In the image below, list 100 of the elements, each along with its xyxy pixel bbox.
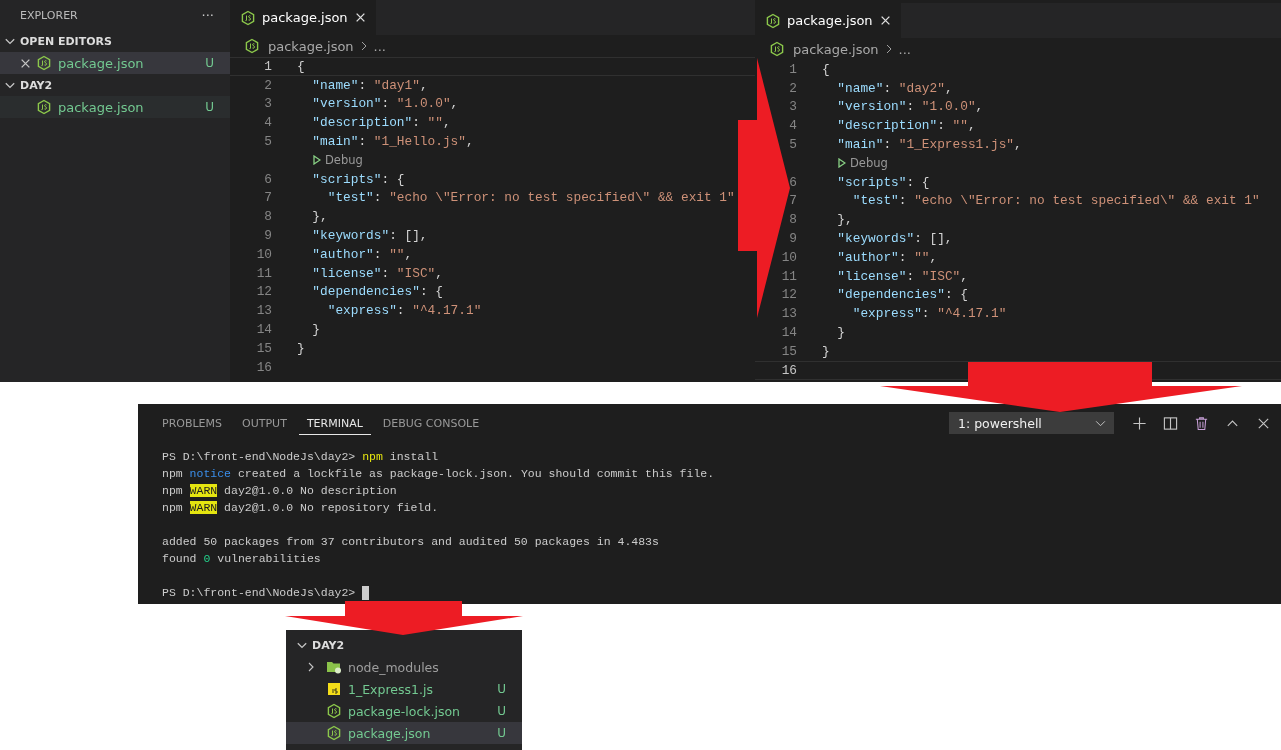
code-line: }	[311, 322, 321, 338]
code-line: },	[311, 209, 328, 225]
terminal-line: PS D:\front-end\NodeJs\day2>	[162, 586, 357, 599]
file-icon	[326, 681, 342, 697]
code-line: "license": "ISC",	[311, 265, 443, 281]
section-header[interactable]: OPEN EDITORS	[0, 30, 230, 52]
hexagon-icon	[244, 38, 260, 54]
code-line: "description": "",	[836, 118, 976, 134]
section-header[interactable]: DAY2	[0, 74, 230, 96]
line-number: 10	[780, 249, 797, 265]
close-icon[interactable]	[879, 15, 891, 26]
chevron-icon	[360, 41, 367, 51]
hexagon-icon	[240, 9, 256, 26]
line-number: 12	[255, 284, 272, 300]
line-number: 3	[788, 99, 797, 115]
editor-tab[interactable]: package.json	[230, 0, 376, 35]
hexagon-icon	[326, 703, 342, 719]
code-line: "version": "1.0.0",	[311, 96, 459, 112]
close-icon[interactable]	[20, 57, 31, 69]
line-number: 11	[255, 265, 272, 281]
hexagon-icon	[765, 12, 781, 29]
chevron-icon	[885, 44, 892, 54]
trash-icon[interactable]	[1194, 415, 1209, 431]
panel-tab[interactable]: OUTPUT	[234, 411, 295, 435]
terminal-line: npm WARN day2@1.0.0 No repository field.	[162, 501, 439, 514]
code-line: "author": "",	[836, 249, 938, 265]
code-line: "description": "",	[311, 115, 451, 131]
line-number: 2	[263, 77, 272, 93]
line-number: 16	[780, 362, 797, 378]
line-number: 14	[255, 322, 272, 338]
code-line: "test": "echo \"Error: no test specified\" && exit 1"	[326, 190, 735, 206]
file-item[interactable]: package.json U	[0, 96, 230, 118]
terminal-line: npm WARN day2@1.0.0 No description	[162, 484, 397, 497]
code-line: "main": "1_Express1.js",	[836, 137, 1022, 153]
line-number: 15	[255, 340, 272, 356]
hexagon-icon	[326, 725, 342, 741]
line-number: 2	[788, 80, 797, 96]
more-button[interactable]: ···	[197, 7, 218, 23]
git-status: U	[497, 682, 506, 696]
breadcrumb-item[interactable]: package.json	[268, 38, 354, 54]
line-number: 12	[780, 287, 797, 303]
panel-tab[interactable]: TERMINAL	[298, 411, 371, 435]
code-line: "scripts": {	[836, 174, 930, 190]
debug-link[interactable]: Debug	[822, 156, 888, 171]
line-number: 11	[780, 268, 797, 284]
folder-icon	[326, 659, 342, 675]
git-status: U	[497, 704, 506, 718]
hexagon-icon	[769, 41, 785, 57]
terminal-line: PS D:\front-end\NodeJs\day2> npm install	[162, 450, 439, 463]
line-number: 1	[788, 61, 797, 77]
close-icon[interactable]	[354, 12, 366, 23]
code-line: "version": "1.0.0",	[836, 99, 984, 115]
terminal-line: added 50 packages from 37 contributors and audited 50 packages in 4.483s	[162, 535, 659, 548]
line-number: 5	[788, 137, 797, 153]
file-item[interactable]: package.json U	[286, 722, 522, 744]
split-icon[interactable]	[1163, 415, 1178, 431]
file-item[interactable]: package-lock.json U	[286, 700, 522, 722]
code-line: {	[822, 61, 830, 77]
line-number: 5	[263, 134, 272, 150]
code-line: "name": "day2",	[836, 80, 953, 96]
code-line: }	[822, 343, 830, 359]
file-item[interactable]: node_modules	[286, 656, 522, 678]
hexagon-icon	[36, 99, 52, 115]
hexagon-icon	[36, 55, 52, 71]
line-number: 10	[255, 246, 272, 262]
line-number: 9	[263, 228, 272, 244]
git-status: U	[205, 56, 214, 70]
line-number: 8	[788, 212, 797, 228]
code-line: }	[297, 340, 305, 356]
play-icon	[838, 158, 846, 169]
code-line: "dependencies": {	[311, 284, 443, 300]
code-line: "author": "",	[311, 246, 413, 262]
file-item[interactable]: package.json U	[0, 52, 230, 74]
code-line: "name": "day1",	[311, 77, 428, 93]
line-number: 7	[788, 193, 797, 209]
text-cursor	[362, 585, 370, 600]
line-number: 6	[788, 174, 797, 190]
terminal-line: npm notice created a lockfile as package-lock.json. You should commit this file.	[162, 467, 715, 480]
code-line: }	[836, 325, 846, 341]
editor-tab[interactable]: package.json	[755, 3, 901, 38]
file-item[interactable]: 1_Express1.js U	[286, 678, 522, 700]
plus-icon[interactable]	[1132, 415, 1147, 431]
panel-tab[interactable]: PROBLEMS	[154, 411, 231, 435]
shell-dropdown[interactable]: 1: powershell	[949, 412, 1114, 434]
code-line: "license": "ISC",	[836, 268, 968, 284]
code-line: },	[836, 212, 853, 228]
terminal-line: found 0 vulnerabilities	[162, 552, 321, 565]
code-line: "keywords": [],	[836, 231, 953, 247]
breadcrumb-item[interactable]: package.json	[793, 41, 879, 57]
code-line: {	[297, 58, 305, 74]
section-header[interactable]: DAY2	[286, 634, 522, 656]
play-icon	[313, 155, 321, 166]
line-number: 8	[263, 209, 272, 225]
panel-tab[interactable]: DEBUG CONSOLE	[374, 411, 488, 435]
breadcrumb-item[interactable]: ...	[373, 38, 386, 54]
debug-link[interactable]: Debug	[297, 153, 363, 168]
breadcrumb-item[interactable]: ...	[898, 41, 911, 57]
line-number: 13	[780, 306, 797, 322]
code-line: "express": "^4.17.1"	[326, 303, 482, 319]
line-number: 16	[255, 359, 272, 375]
